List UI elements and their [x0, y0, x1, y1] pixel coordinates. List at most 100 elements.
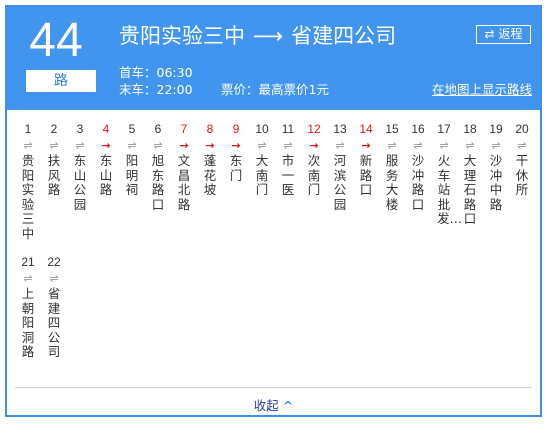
stop-number: 15: [385, 122, 399, 136]
stop-item[interactable]: 4 → 东山路: [93, 122, 119, 198]
stop-name: 蓬花坡: [203, 153, 217, 198]
two-way-arrow-icon: ⇌: [153, 139, 163, 152]
two-way-arrow-icon: ⇌: [491, 139, 501, 152]
two-way-arrow-icon: ⇌: [75, 139, 85, 152]
stop-name: 文昌北路: [177, 153, 191, 212]
return-trip-button[interactable]: ⇄ 返程: [476, 25, 531, 44]
two-way-arrow-icon: ⇌: [127, 139, 137, 152]
one-way-arrow-icon: →: [205, 139, 215, 152]
stop-number: 13: [333, 122, 347, 136]
stop-number: 7: [180, 122, 188, 136]
stop-name: 阳明祠: [125, 153, 139, 198]
stop-item[interactable]: 13 ⇌ 河滨公园: [327, 122, 353, 212]
stop-number: 18: [463, 122, 477, 136]
stop-number: 8: [206, 122, 214, 136]
stop-name: 大南门: [255, 153, 269, 198]
one-way-arrow-icon: →: [231, 139, 241, 152]
two-way-arrow-icon: ⇌: [413, 139, 423, 152]
stop-name: 干休所: [515, 153, 529, 198]
route-origin: 贵阳实验三中: [119, 24, 245, 48]
route-number: 44: [29, 14, 83, 67]
stop-item[interactable]: 21 ⇌ 上朝阳洞路: [15, 255, 41, 360]
stop-number: 5: [128, 122, 136, 136]
stop-name: 河滨公园: [333, 153, 347, 212]
stop-number: 19: [489, 122, 503, 136]
stop-item[interactable]: 18 ⇌ 大理石路口: [457, 122, 483, 227]
two-way-arrow-icon: ⇌: [49, 272, 59, 285]
fare-info: 票价：最高票价1元: [221, 82, 329, 97]
stop-number: 6: [154, 122, 162, 136]
stop-name: 省建四公司: [47, 286, 61, 360]
stop-number: 3: [76, 122, 84, 136]
stop-number: 17: [437, 122, 451, 136]
stop-number: 14: [359, 122, 373, 136]
stop-item[interactable]: 1 ⇌ 贵阳实验三中: [15, 122, 41, 242]
chevron-up-icon: ^: [282, 398, 294, 413]
stop-number: 4: [102, 122, 110, 136]
stop-name: 次南门: [307, 153, 321, 198]
stop-name: 沙冲中路: [489, 153, 503, 212]
two-way-arrow-icon: ⇌: [23, 272, 33, 285]
stop-number: 21: [21, 255, 35, 269]
swap-icon: ⇄: [484, 27, 495, 41]
stop-item[interactable]: 8 → 蓬花坡: [197, 122, 223, 198]
stop-name: 大理石路口: [463, 153, 477, 227]
show-on-map-link[interactable]: 在地图上显示路线: [432, 81, 532, 99]
stop-name: 沙冲路口: [411, 153, 425, 212]
two-way-arrow-icon: ⇌: [283, 139, 293, 152]
stop-item[interactable]: 22 ⇌ 省建四公司: [41, 255, 67, 360]
stop-item[interactable]: 9 → 东门: [223, 122, 249, 183]
two-way-arrow-icon: ⇌: [439, 139, 449, 152]
stop-name: 旭东路口: [151, 153, 165, 212]
stop-item[interactable]: 14 → 新路口: [353, 122, 379, 198]
stop-name: 扶风路: [47, 153, 61, 198]
divider: [15, 387, 532, 388]
stop-item[interactable]: 3 ⇌ 东山公园: [67, 122, 93, 212]
one-way-arrow-icon: →: [179, 139, 189, 152]
two-way-arrow-icon: ⇌: [465, 139, 475, 152]
stop-item[interactable]: 5 ⇌ 阳明祠: [119, 122, 145, 198]
route-destination: 省建四公司: [291, 24, 397, 48]
one-way-arrow-icon: →: [101, 139, 111, 152]
stop-name: 新路口: [359, 153, 373, 198]
stop-item[interactable]: 15 ⇌ 服务大楼: [379, 122, 405, 212]
direction-arrow-icon: ⟶: [253, 24, 284, 48]
stop-number: 11: [281, 122, 295, 136]
stop-item[interactable]: 6 ⇌ 旭东路口: [145, 122, 171, 212]
stop-number: 22: [47, 255, 61, 269]
stop-name: 东门: [229, 153, 243, 183]
stop-name: 火车站批发…: [437, 153, 463, 227]
two-way-arrow-icon: ⇌: [257, 139, 267, 152]
two-way-arrow-icon: ⇌: [49, 139, 59, 152]
stop-name: 东山路: [99, 153, 113, 198]
stop-item[interactable]: 17 ⇌ 火车站批发…: [431, 122, 463, 227]
stop-item[interactable]: 7 → 文昌北路: [171, 122, 197, 212]
two-way-arrow-icon: ⇌: [517, 139, 527, 152]
stop-item[interactable]: 2 ⇌ 扶风路: [41, 122, 67, 198]
last-bus-time: 末车：22:00: [119, 82, 193, 97]
stop-name: 服务大楼: [385, 153, 399, 212]
route-header: 44 路 贵阳实验三中 ⟶ 省建四公司 ⇄ 返程 首车：06:30 末车：22:00…: [7, 7, 540, 110]
return-trip-label: 返程: [498, 27, 523, 41]
stop-number: 9: [232, 122, 240, 136]
two-way-arrow-icon: ⇌: [23, 139, 33, 152]
stop-item[interactable]: 16 ⇌ 沙冲路口: [405, 122, 431, 212]
stop-number: 2: [50, 122, 58, 136]
stop-name: 贵阳实验三中: [21, 153, 35, 241]
stop-item[interactable]: 19 ⇌ 沙冲中路: [483, 122, 509, 212]
stop-item[interactable]: 11 ⇌ 市一医: [275, 122, 301, 198]
one-way-arrow-icon: →: [361, 139, 371, 152]
stop-item[interactable]: 10 ⇌ 大南门: [249, 122, 275, 198]
stop-item[interactable]: 12 → 次南门: [301, 122, 327, 198]
collapse-label: 收起: [253, 398, 279, 413]
one-way-arrow-icon: →: [309, 139, 319, 152]
route-suffix: 路: [26, 70, 96, 92]
route-title: 贵阳实验三中 ⟶ 省建四公司: [119, 22, 396, 50]
stop-number: 16: [411, 122, 425, 136]
stop-list: 1 ⇌ 贵阳实验三中 2 ⇌ 扶风路 3 ⇌ 东山公园 4 → 东山路 5 ⇌ 阳明祠 6 ⇌ 旭东路口 7 → 文昌北…: [7, 110, 540, 386]
collapse-button[interactable]: 收起 ^: [7, 395, 540, 414]
stop-name: 市一医: [281, 153, 295, 198]
two-way-arrow-icon: ⇌: [335, 139, 345, 152]
stop-name: 上朝阳洞路: [21, 286, 35, 360]
stop-item[interactable]: 20 ⇌ 干休所: [509, 122, 535, 198]
